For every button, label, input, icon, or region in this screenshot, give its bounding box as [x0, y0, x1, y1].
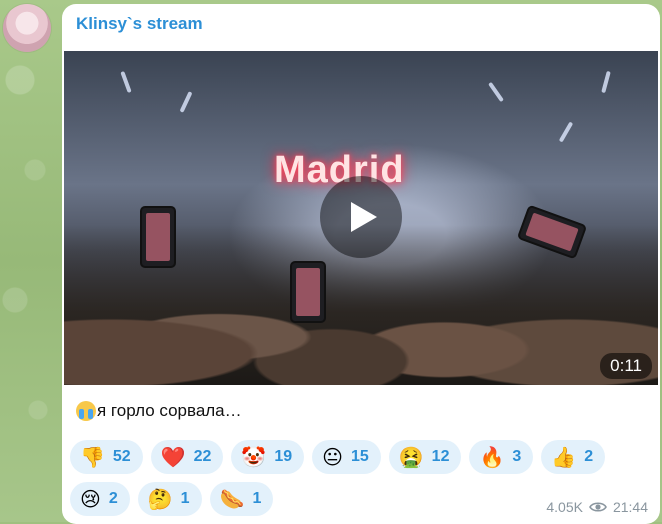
reaction-neutral-face[interactable]: 😐 15 — [312, 440, 381, 474]
thumbs-down-emoji: 👎 — [80, 445, 105, 469]
thumbs-up-emoji: 👍 — [551, 445, 577, 469]
reaction-red-heart[interactable]: ❤️ 22 — [150, 440, 224, 474]
reaction-count: 12 — [431, 448, 450, 465]
reaction-thumbs-down[interactable]: 👎 52 — [70, 440, 143, 474]
channel-avatar[interactable] — [3, 4, 51, 52]
eye-icon — [589, 502, 607, 512]
reaction-count: 2 — [584, 448, 594, 465]
reaction-hot-dog[interactable]: 🌭 1 — [209, 482, 274, 516]
video-preview[interactable]: Madrid 0:11 — [64, 51, 658, 385]
vomiting-face-emoji: 🤮 — [398, 445, 424, 469]
reaction-count: 1 — [252, 490, 262, 507]
reaction-count: 15 — [350, 448, 369, 465]
video-duration: 0:11 — [600, 353, 652, 379]
reaction-count: 2 — [108, 490, 118, 507]
reaction-count: 19 — [274, 448, 293, 465]
play-icon — [351, 202, 377, 232]
phone-graphic — [290, 261, 326, 323]
reaction-crying-face[interactable]: 😢 2 — [70, 482, 130, 516]
message-caption: я горло сорвала… — [76, 401, 242, 421]
clown-face-emoji: 🤡 — [241, 445, 267, 469]
sob-emoji — [76, 401, 96, 421]
crying-face-emoji: 😢 — [80, 487, 101, 511]
reaction-count: 22 — [193, 448, 212, 465]
reaction-count: 52 — [112, 448, 131, 465]
play-button[interactable] — [320, 176, 402, 258]
message-bubble: Klinsy`s stream Madrid 0:11 я горло сорв… — [62, 4, 660, 524]
caption-text: я горло сорвала… — [97, 401, 242, 420]
reaction-thumbs-up[interactable]: 👍 2 — [541, 440, 606, 474]
reaction-clown[interactable]: 🤡 19 — [231, 440, 305, 474]
message-time: 21:44 — [612, 499, 648, 515]
message-meta: 4.05K 21:44 — [546, 499, 648, 515]
reaction-count: 3 — [512, 448, 522, 465]
red-heart-emoji: ❤️ — [160, 445, 186, 469]
neutral-face-emoji: 😐 — [322, 445, 343, 469]
phone-graphic — [140, 206, 176, 268]
reaction-vomiting-face[interactable]: 🤮 12 — [388, 440, 462, 474]
fire-emoji: 🔥 — [479, 445, 505, 469]
channel-name[interactable]: Klinsy`s stream — [76, 14, 203, 34]
reaction-thinking-face[interactable]: 🤔 1 — [137, 482, 202, 516]
reaction-fire[interactable]: 🔥 3 — [469, 440, 534, 474]
hot-dog-emoji: 🌭 — [219, 487, 245, 511]
thinking-face-emoji: 🤔 — [147, 487, 173, 511]
reaction-count: 1 — [180, 490, 190, 507]
view-count: 4.05K — [546, 499, 583, 515]
